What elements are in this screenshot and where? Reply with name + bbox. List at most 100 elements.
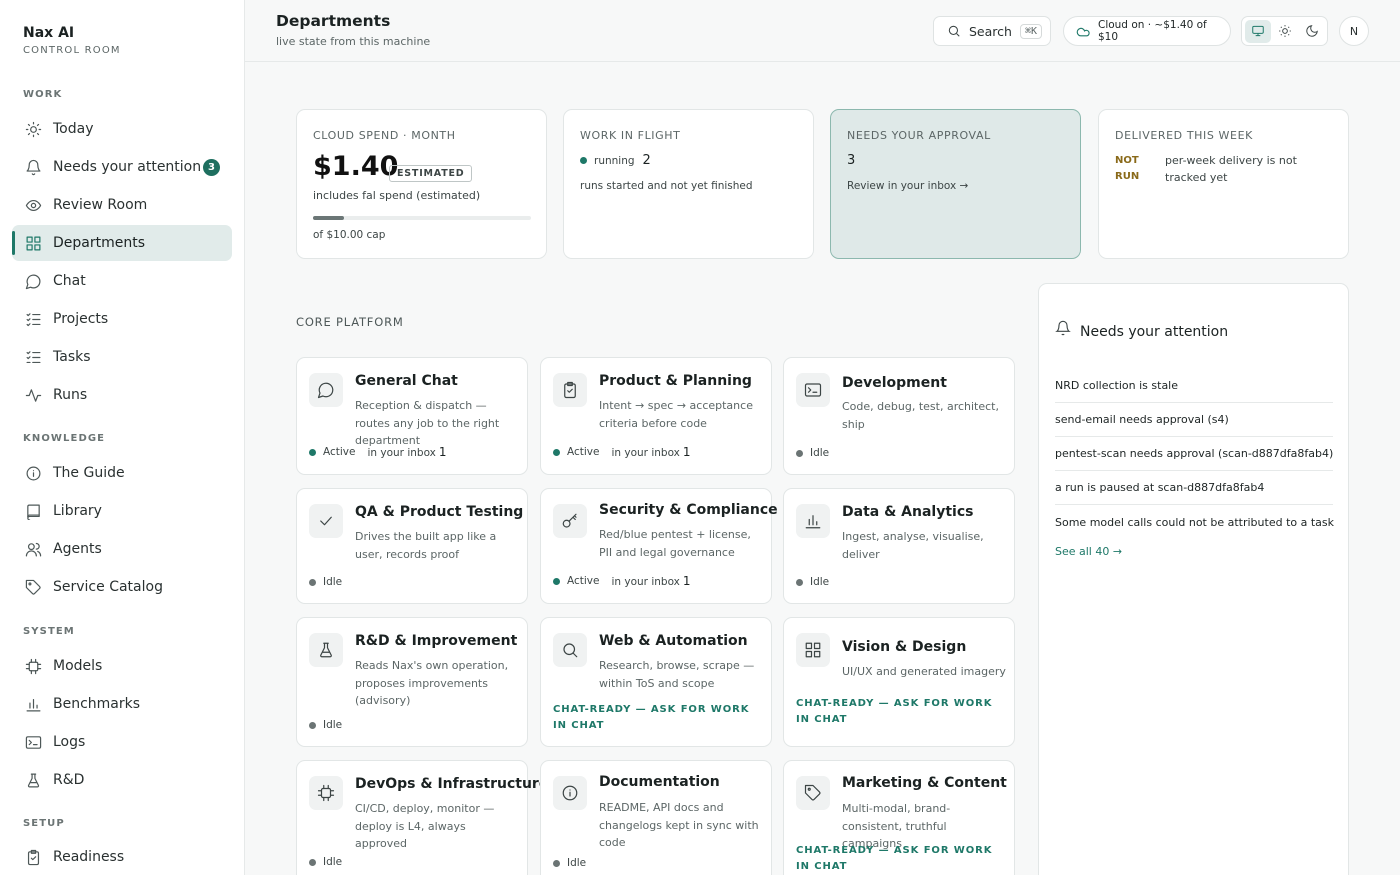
brand-name: Nax AI [23, 25, 75, 41]
running-row: running 2 [580, 153, 651, 168]
sidebar-item-tasks[interactable]: Tasks [12, 339, 232, 375]
card-title: Product & Planning [599, 373, 752, 389]
cloud-status-text: Cloud on · ~$1.40 of $10 [1097, 19, 1207, 43]
attention-item[interactable]: send-email needs approval (s4) [1055, 403, 1333, 437]
card-description: Ingest, analyse, visualise, deliver [842, 530, 984, 561]
chat-bubble-icon [24, 272, 42, 290]
theme-dark-button[interactable] [1299, 20, 1325, 43]
attention-item[interactable]: pentest-scan needs approval (scan-d887df… [1055, 437, 1333, 471]
search-button[interactable]: Search ⌘K [933, 16, 1051, 46]
sidebar-item-chat[interactable]: Chat [12, 263, 232, 299]
section-label-knowledge: KNOWLEDGE [23, 433, 106, 444]
status-dot [309, 448, 316, 456]
inbox-count[interactable]: in your inbox 1 [611, 445, 690, 459]
attention-panel: Needs your attention NRD collection is s… [1038, 283, 1349, 875]
card-status: Idle [309, 719, 342, 731]
sidebar-item-service-catalog[interactable]: Service Catalog [12, 569, 232, 605]
top-bar: Departments live state from this machine… [245, 0, 1400, 62]
sidebar-item-projects[interactable]: Projects [12, 301, 232, 337]
sun-icon [1279, 25, 1291, 37]
sidebar-item-today[interactable]: Today [12, 111, 232, 147]
inbox-count[interactable]: in your inbox 1 [611, 574, 690, 588]
card-title: QA & Product Testing [355, 504, 524, 520]
moon-icon [1306, 25, 1318, 37]
card-description: Research, browse, scrape — within ToS an… [599, 659, 755, 690]
see-all-link[interactable]: See all 40 → [1055, 545, 1122, 558]
sidebar-item-label: Departments [53, 235, 146, 251]
card-description: README, API docs and changelogs kept in … [599, 801, 759, 849]
department-card-marketing[interactable]: Marketing & Content Multi-modal, brand-c… [783, 760, 1015, 875]
department-card-devops[interactable]: DevOps & Infrastructure CI/CD, deploy, m… [296, 760, 548, 875]
sidebar-item-library[interactable]: Library [12, 493, 232, 529]
grid-icon [24, 234, 42, 252]
inbox-label: in your inbox [611, 447, 680, 459]
department-card-rnd[interactable]: R&D & Improvement Reads Nax's own operat… [296, 617, 528, 747]
flask-icon [309, 633, 343, 667]
avatar[interactable]: N [1339, 16, 1369, 46]
book-icon [24, 502, 42, 520]
chat-ready-label: CHAT-READY — ASK FOR WORK IN CHAT [796, 698, 993, 725]
stat-label: CLOUD SPEND · MONTH [313, 129, 456, 142]
card-title: Marketing & Content [842, 775, 1007, 791]
department-card-product-planning[interactable]: Product & Planning Intent → spec → accep… [540, 357, 772, 475]
department-card-documentation[interactable]: Documentation README, API docs and chang… [540, 760, 772, 875]
brand-subtitle: CONTROL ROOM [23, 45, 121, 56]
card-status: Idle [553, 857, 586, 869]
sidebar-item-label: Needs your attention [53, 159, 202, 175]
status-dot [553, 448, 560, 456]
theme-system-button[interactable] [1245, 19, 1271, 43]
card-status: Idle [309, 856, 342, 868]
card-title: Development [842, 375, 947, 391]
sidebar: Nax AI CONTROL ROOM WORK Today Needs you… [0, 0, 245, 875]
stat-label: WORK IN FLIGHT [580, 129, 681, 142]
card-description: Drives the built app like a user, record… [355, 530, 497, 561]
sidebar-item-logs[interactable]: Logs [12, 724, 232, 760]
sidebar-item-departments[interactable]: Departments [12, 225, 232, 261]
attention-item[interactable]: a run is paused at scan-d887dfa8fab4 [1055, 471, 1333, 505]
stat-card-work-in-flight: WORK IN FLIGHT running 2 runs started an… [563, 109, 814, 259]
sidebar-item-models[interactable]: Models [12, 648, 232, 684]
theme-light-button[interactable] [1272, 20, 1298, 43]
status-dot [553, 859, 560, 867]
sidebar-item-readiness[interactable]: Readiness [12, 839, 232, 875]
sidebar-item-agents[interactable]: Agents [12, 531, 232, 567]
clipboard-icon [553, 373, 587, 407]
sidebar-item-benchmarks[interactable]: Benchmarks [12, 686, 232, 722]
sidebar-item-runs[interactable]: Runs [12, 377, 232, 413]
attention-item[interactable]: NRD collection is stale [1055, 369, 1333, 403]
eye-icon [24, 196, 42, 214]
department-card-security[interactable]: Security & Compliance Red/blue pentest +… [540, 488, 778, 604]
status-dot [796, 449, 803, 457]
review-inbox-link[interactable]: Review in your inbox → [847, 180, 968, 192]
stat-card-needs-approval[interactable]: NEEDS YOUR APPROVAL 3 Review in your inb… [830, 109, 1081, 259]
status-line: RUN [1115, 171, 1140, 182]
cloud-status-button[interactable]: Cloud on · ~$1.40 of $10 [1063, 16, 1231, 46]
sidebar-item-label: Today [53, 121, 94, 137]
department-card-data-analytics[interactable]: Data & Analytics Ingest, analyse, visual… [783, 488, 1015, 604]
estimated-badge: ESTIMATED [389, 165, 473, 182]
spend-progress-fill [313, 216, 344, 220]
bell-icon [24, 158, 42, 176]
card-description: Reads Nax's own operation, proposes impr… [355, 659, 509, 707]
department-card-development[interactable]: Development Code, debug, test, architect… [783, 357, 1015, 475]
sidebar-item-label: Models [53, 658, 103, 674]
card-description: Code, debug, test, architect, ship [842, 400, 999, 431]
department-card-vision-design[interactable]: Vision & Design UI/UX and generated imag… [783, 617, 1015, 747]
department-card-general-chat[interactable]: General Chat Reception & dispatch — rout… [296, 357, 528, 475]
info-icon [24, 464, 42, 482]
card-status: Idle [796, 576, 829, 588]
attention-title: Needs your attention [1080, 324, 1229, 340]
department-card-web-automation[interactable]: Web & Automation Research, browse, scrap… [540, 617, 772, 747]
sidebar-item-review-room[interactable]: Review Room [12, 187, 232, 223]
department-card-qa-testing[interactable]: QA & Product Testing Drives the built ap… [296, 488, 528, 604]
inbox-count[interactable]: in your inbox 1 [367, 445, 446, 459]
sidebar-item-rnd[interactable]: R&D [12, 762, 232, 798]
chat-ready-label: CHAT-READY — ASK FOR WORK IN CHAT [796, 845, 993, 872]
clipboard-check-icon [24, 848, 42, 866]
sidebar-item-needs-attention[interactable]: Needs your attention 3 [12, 149, 232, 185]
status-dot [796, 578, 803, 586]
sidebar-item-guide[interactable]: The Guide [12, 455, 232, 491]
attention-item[interactable]: Some model calls could not be attributed… [1055, 505, 1334, 539]
sidebar-item-label: Benchmarks [53, 696, 141, 712]
cloud-spend-value: $1.40 [313, 151, 399, 182]
